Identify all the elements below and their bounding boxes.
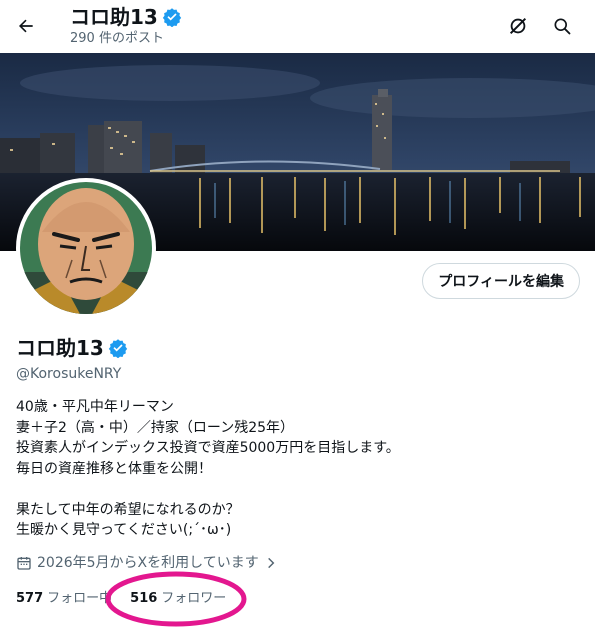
- joined-date[interactable]: 2026年5月からXを利用しています: [16, 554, 278, 572]
- following-label: フォロー中: [47, 591, 113, 606]
- grok-button[interactable]: [500, 8, 536, 44]
- bio-line: 40歳・平凡中年リーマン: [16, 399, 174, 415]
- avatar[interactable]: [16, 178, 156, 318]
- profile-header: コロ助13 290 件のポスト: [0, 0, 595, 53]
- profile-name: コロ助13: [16, 336, 104, 360]
- verified-badge-icon: [162, 8, 182, 27]
- profile-handle: @KorosukeNRY: [16, 366, 122, 382]
- bio-line: 妻＋子2（高・中）／持家（ローン残25年）: [16, 419, 295, 436]
- edit-profile-button[interactable]: プロフィールを編集: [422, 263, 580, 299]
- search-icon: [554, 18, 571, 35]
- header-title-block: コロ助13 290 件のポスト: [70, 4, 182, 48]
- calendar-icon: [17, 557, 31, 570]
- verified-badge-icon[interactable]: [108, 338, 128, 358]
- profile-bio: 40歳・平凡中年リーマン 妻＋子2（高・中）／持家（ローン残25年） 投資素人が…: [16, 397, 576, 541]
- grok-slash-icon: [509, 17, 527, 35]
- bio-line: 果たして中年の希望になれるのか？: [16, 501, 240, 518]
- following-link[interactable]: 577 フォロー中: [16, 590, 112, 608]
- followers-label: フォロワー: [161, 591, 227, 606]
- follow-stats: 577 フォロー中 516 フォロワー: [16, 590, 226, 608]
- bio-line: [16, 479, 576, 500]
- post-count: 290 件のポスト: [70, 31, 164, 46]
- following-count: 577: [16, 591, 44, 606]
- back-button[interactable]: [8, 8, 44, 44]
- bio-line: 毎日の資産推移と体重を公開！: [16, 460, 212, 477]
- arrow-left-icon: [19, 19, 33, 33]
- chevron-right-icon: [267, 557, 275, 569]
- header-title: コロ助13: [70, 5, 158, 29]
- bio-line: 投資素人がインデックス投資で資産5000万円を目指します。: [16, 440, 400, 456]
- search-button[interactable]: [544, 8, 580, 44]
- followers-count: 516: [130, 591, 158, 606]
- followers-link[interactable]: 516 フォロワー: [130, 590, 226, 608]
- joined-text: 2026年5月からXを利用しています: [37, 555, 259, 571]
- bio-line: 生暖かく見守ってください(;´･ω･): [16, 522, 232, 538]
- profile-name-row: コロ助13: [16, 335, 128, 361]
